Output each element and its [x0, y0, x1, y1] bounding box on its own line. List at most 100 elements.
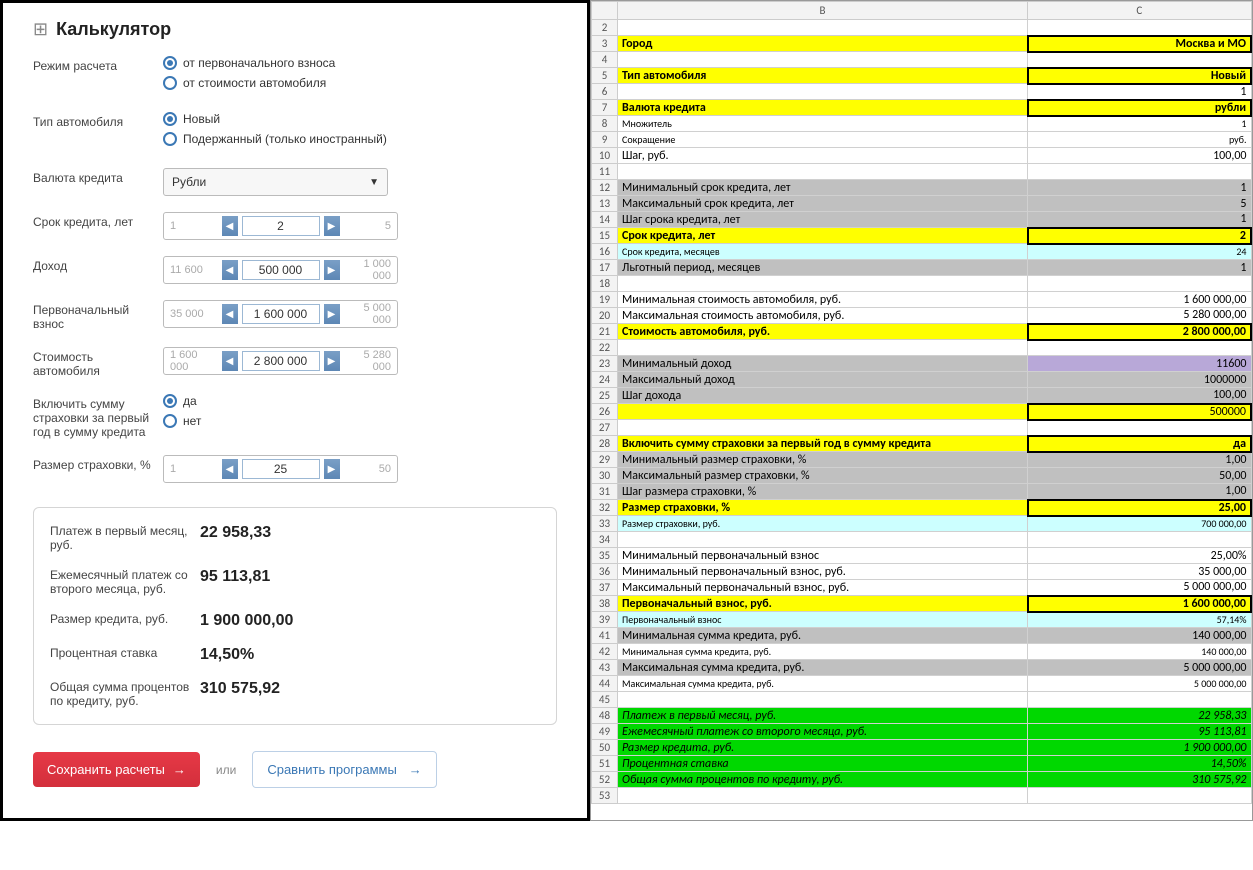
insurance-option-0[interactable]: да: [183, 394, 197, 408]
cell-b[interactable]: Максимальный доход: [618, 372, 1028, 388]
mode-radio-0[interactable]: [163, 56, 177, 70]
row-number[interactable]: 53: [592, 788, 618, 804]
cell-c[interactable]: [1028, 276, 1252, 292]
term-dec-icon[interactable]: ◀: [222, 216, 238, 236]
cell-b[interactable]: [618, 692, 1028, 708]
cell-b[interactable]: Процентная ставка: [618, 756, 1028, 772]
cell-c[interactable]: 1 900 000,00: [1028, 740, 1252, 756]
row-number[interactable]: 35: [592, 548, 618, 564]
cell-b[interactable]: Город: [618, 36, 1028, 52]
cell-c[interactable]: 11600: [1028, 356, 1252, 372]
row-number[interactable]: 43: [592, 660, 618, 676]
cell-b[interactable]: [618, 84, 1028, 100]
type-radio-0[interactable]: [163, 112, 177, 126]
cell-b[interactable]: Максимальный размер страховки, %: [618, 468, 1028, 484]
cell-b[interactable]: Размер кредита, руб.: [618, 740, 1028, 756]
currency-select[interactable]: Рубли ▼: [163, 168, 388, 196]
cell-c[interactable]: 1: [1028, 212, 1252, 228]
cell-c[interactable]: Москва и МО: [1028, 36, 1252, 52]
cell-b[interactable]: Минимальная стоимость автомобиля, руб.: [618, 292, 1028, 308]
row-number[interactable]: 39: [592, 612, 618, 628]
cell-c[interactable]: 1 600 000,00: [1028, 292, 1252, 308]
row-number[interactable]: 36: [592, 564, 618, 580]
cell-c[interactable]: 50,00: [1028, 468, 1252, 484]
col-c-header[interactable]: C: [1028, 2, 1252, 20]
row-number[interactable]: 32: [592, 500, 618, 516]
row-number[interactable]: 11: [592, 164, 618, 180]
type-option-1[interactable]: Подержанный (только иностранный): [183, 132, 387, 146]
row-number[interactable]: 50: [592, 740, 618, 756]
cell-b[interactable]: Платеж в первый месяц, руб.: [618, 708, 1028, 724]
row-number[interactable]: 29: [592, 452, 618, 468]
row-number[interactable]: 31: [592, 484, 618, 500]
cost-value[interactable]: 2 800 000: [242, 351, 320, 371]
row-number[interactable]: 23: [592, 356, 618, 372]
row-number[interactable]: 49: [592, 724, 618, 740]
insurance-rate-value[interactable]: 25: [242, 459, 320, 479]
row-number[interactable]: 45: [592, 692, 618, 708]
cell-b[interactable]: Шаг, руб.: [618, 148, 1028, 164]
row-number[interactable]: 21: [592, 324, 618, 340]
cell-c[interactable]: да: [1028, 436, 1252, 452]
cell-b[interactable]: [618, 404, 1028, 420]
cell-b[interactable]: Срок кредита, месяцев: [618, 244, 1028, 260]
cell-c[interactable]: руб.: [1028, 132, 1252, 148]
income-value[interactable]: 500 000: [242, 260, 320, 280]
downpay-inc-icon[interactable]: ▶: [324, 304, 340, 324]
row-number[interactable]: 5: [592, 68, 618, 84]
compare-button[interactable]: Сравнить программы →: [252, 751, 436, 788]
cell-c[interactable]: [1028, 164, 1252, 180]
mode-option-1[interactable]: от стоимости автомобиля: [183, 76, 326, 90]
cell-c[interactable]: [1028, 532, 1252, 548]
cell-b[interactable]: Срок кредита, лет: [618, 228, 1028, 244]
cell-c[interactable]: 1,00: [1028, 452, 1252, 468]
row-number[interactable]: 44: [592, 676, 618, 692]
row-number[interactable]: 6: [592, 84, 618, 100]
cell-b[interactable]: Минимальный первоначальный взнос: [618, 548, 1028, 564]
income-inc-icon[interactable]: ▶: [324, 260, 340, 280]
row-number[interactable]: 3: [592, 36, 618, 52]
cell-c[interactable]: 1: [1028, 180, 1252, 196]
cell-b[interactable]: [618, 164, 1028, 180]
cell-b[interactable]: Ежемесячный платеж со второго месяца, ру…: [618, 724, 1028, 740]
cell-c[interactable]: [1028, 20, 1252, 36]
row-number[interactable]: 52: [592, 772, 618, 788]
cell-c[interactable]: 5 280 000,00: [1028, 308, 1252, 324]
income-slider[interactable]: 11 600 ◀ 500 000 ▶ 1 000 000: [163, 256, 398, 284]
cell-c[interactable]: 5: [1028, 196, 1252, 212]
row-number[interactable]: 37: [592, 580, 618, 596]
cell-b[interactable]: Сокращение: [618, 132, 1028, 148]
cell-c[interactable]: 35 000,00: [1028, 564, 1252, 580]
cell-c[interactable]: 140 000,00: [1028, 628, 1252, 644]
row-number[interactable]: 26: [592, 404, 618, 420]
cell-b[interactable]: Максимальный первоначальный взнос, руб.: [618, 580, 1028, 596]
cell-b[interactable]: Тип автомобиля: [618, 68, 1028, 84]
cell-c[interactable]: 1 600 000,00: [1028, 596, 1252, 612]
term-inc-icon[interactable]: ▶: [324, 216, 340, 236]
save-button[interactable]: Сохранить расчеты →: [33, 752, 200, 787]
type-radio-1[interactable]: [163, 132, 177, 146]
cell-c[interactable]: 24: [1028, 244, 1252, 260]
cell-b[interactable]: Шаг размера страховки, %: [618, 484, 1028, 500]
cell-c[interactable]: 1: [1028, 260, 1252, 276]
income-dec-icon[interactable]: ◀: [222, 260, 238, 280]
type-option-0[interactable]: Новый: [183, 112, 220, 126]
row-number[interactable]: 41: [592, 628, 618, 644]
row-number[interactable]: 4: [592, 52, 618, 68]
cell-c[interactable]: [1028, 52, 1252, 68]
cell-c[interactable]: [1028, 788, 1252, 804]
rownum-header[interactable]: [592, 2, 618, 20]
cell-b[interactable]: Максимальная стоимость автомобиля, руб.: [618, 308, 1028, 324]
cell-c[interactable]: 1,00: [1028, 484, 1252, 500]
row-number[interactable]: 24: [592, 372, 618, 388]
row-number[interactable]: 33: [592, 516, 618, 532]
cell-c[interactable]: 100,00: [1028, 388, 1252, 404]
cell-c[interactable]: Новый: [1028, 68, 1252, 84]
cell-c[interactable]: 500000: [1028, 404, 1252, 420]
cell-c[interactable]: [1028, 420, 1252, 436]
spreadsheet[interactable]: B C 23ГородМосква и МО45Тип автомобиляНо…: [591, 1, 1252, 804]
cell-b[interactable]: Первоначальный взнос: [618, 612, 1028, 628]
insurance-radio-1[interactable]: [163, 414, 177, 428]
cell-c[interactable]: 22 958,33: [1028, 708, 1252, 724]
cost-inc-icon[interactable]: ▶: [324, 351, 340, 371]
